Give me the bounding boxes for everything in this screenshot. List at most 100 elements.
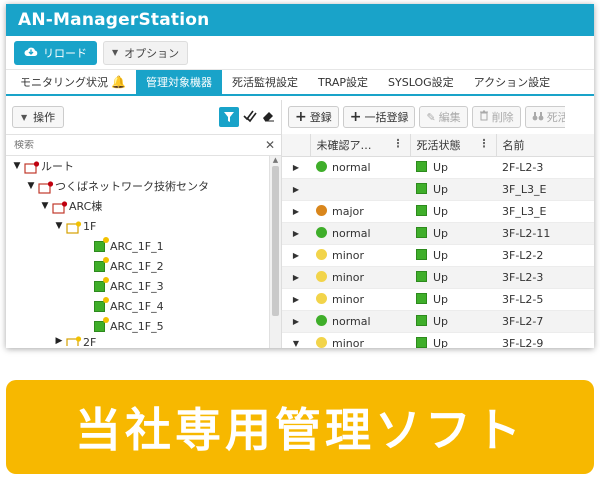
register-label: 登録 bbox=[309, 111, 332, 124]
filter-icon[interactable] bbox=[219, 107, 239, 127]
tab-alive-monitoring[interactable]: 死活監視設定 bbox=[222, 70, 308, 94]
tree-leaf[interactable]: ARC_1F_3 bbox=[6, 276, 281, 296]
expand-arrow-icon[interactable]: ▶ bbox=[282, 266, 310, 289]
tree-leaf[interactable]: ARC_1F_5 bbox=[6, 316, 281, 336]
collapse-arrow-icon[interactable]: ▼ bbox=[282, 332, 310, 348]
tree-node[interactable]: ▼ 1F bbox=[6, 216, 281, 236]
tab-monitoring[interactable]: モニタリング状況 🔔 bbox=[10, 70, 136, 94]
expand-arrow-icon[interactable]: ▶ bbox=[282, 244, 310, 267]
tree-node[interactable]: ▼ ARC棟 bbox=[6, 196, 281, 216]
check-all-icon[interactable] bbox=[243, 109, 257, 126]
table-row[interactable]: ▶ Up 3F_L3_E bbox=[282, 178, 594, 201]
device-name-cell: 3F-L2-3 bbox=[496, 266, 594, 289]
table-row[interactable]: ▶ normal Up 3F-L2-7 bbox=[282, 310, 594, 333]
alive-status-text: Up bbox=[433, 226, 449, 240]
bulk-register-button[interactable]: + 一括登録 bbox=[342, 106, 416, 128]
tree-search-row: ✕ bbox=[6, 134, 281, 156]
alive-status-text: Up bbox=[433, 160, 449, 174]
register-button[interactable]: + 登録 bbox=[288, 106, 339, 128]
tree-leaf[interactable]: ARC_1F_4 bbox=[6, 296, 281, 316]
expand-arrow-icon[interactable]: ▶ bbox=[282, 156, 310, 179]
table-row[interactable]: ▶ normal Up 3F-L2-11 bbox=[282, 222, 594, 245]
tree-node-label: 2F bbox=[83, 336, 97, 346]
alive-status-text: Up bbox=[433, 182, 449, 196]
column-header-unconfirmed[interactable]: 未確認ア… ⋮ bbox=[309, 134, 410, 157]
column-menu-icon[interactable]: ⋮ bbox=[393, 137, 404, 150]
folder-alert-icon bbox=[24, 160, 40, 174]
main-toolbar: リロード ▼ オプション bbox=[6, 36, 594, 70]
alive-status-cell: Up bbox=[410, 266, 496, 289]
reload-button[interactable]: リロード bbox=[14, 40, 97, 65]
alive-check-label: 死活 bbox=[546, 111, 565, 124]
app-title: AN-ManagerStation bbox=[18, 10, 210, 30]
expand-arrow-icon[interactable]: ▼ bbox=[52, 221, 66, 231]
alive-status-cell: Up bbox=[410, 244, 496, 267]
expand-arrow-icon[interactable]: ▶ bbox=[282, 288, 310, 311]
folder-warning-icon bbox=[66, 336, 82, 346]
expand-arrow-icon[interactable]: ▶ bbox=[282, 222, 310, 245]
tab-syslog[interactable]: SYSLOG設定 bbox=[378, 70, 464, 94]
column-header-name[interactable]: 名前 bbox=[495, 134, 594, 157]
severity-text: normal bbox=[332, 314, 371, 328]
severity-text: major bbox=[332, 204, 364, 218]
expand-arrow-icon[interactable]: ▶ bbox=[282, 200, 310, 223]
option-button[interactable]: ▼ オプション bbox=[103, 40, 189, 65]
device-tree: ▼ ルート ▼ つくばネットワーク技術センタ ▼ ARC棟 ▼ 1F ARC_1… bbox=[6, 156, 281, 348]
up-status-icon bbox=[416, 226, 427, 238]
device-name-cell: 3F-L2-7 bbox=[496, 310, 594, 333]
scrollbar-thumb[interactable] bbox=[272, 166, 279, 316]
edit-label: 編集 bbox=[438, 111, 461, 124]
delete-button[interactable]: 削除 bbox=[471, 106, 521, 128]
tree-pane: ▼ 操作 ✕ bbox=[6, 100, 282, 348]
table-row[interactable]: ▶ normal Up 2F-L2-3 bbox=[282, 156, 594, 179]
device-name-text: 3F_L3_E bbox=[502, 204, 547, 218]
tree-leaf[interactable]: ARC_1F_2 bbox=[6, 256, 281, 276]
tree-toolbar: ▼ 操作 bbox=[6, 100, 281, 134]
eraser-icon[interactable] bbox=[261, 109, 275, 126]
tree-node[interactable]: ▼ ルート bbox=[6, 156, 281, 176]
column-menu-icon[interactable]: ⋮ bbox=[479, 137, 490, 150]
expand-arrow-icon[interactable]: ▼ bbox=[38, 201, 52, 211]
expand-arrow-icon[interactable]: ▶ bbox=[52, 336, 66, 346]
expand-arrow-icon[interactable]: ▼ bbox=[24, 181, 38, 191]
tab-managed-devices[interactable]: 管理対象機器 bbox=[135, 70, 222, 94]
reload-label: リロード bbox=[43, 46, 87, 60]
alive-check-button[interactable]: 死活 bbox=[524, 106, 565, 128]
option-label: オプション bbox=[124, 46, 180, 60]
pencil-icon: ✎ bbox=[426, 110, 436, 124]
severity-cell: normal bbox=[310, 222, 410, 245]
alive-status-text: Up bbox=[433, 292, 449, 306]
tree-search-input[interactable] bbox=[14, 139, 234, 151]
tab-action[interactable]: アクション設定 bbox=[464, 70, 560, 94]
tree-node-label: ARC棟 bbox=[69, 200, 103, 213]
folder-alert-icon bbox=[52, 200, 68, 214]
tree-node[interactable]: ▼ つくばネットワーク技術センタ bbox=[6, 176, 281, 196]
scroll-up-icon[interactable]: ▲ bbox=[270, 156, 281, 166]
table-row[interactable]: ▶ major Up 3F_L3_E bbox=[282, 200, 594, 223]
app-window: AN-ManagerStation リロード ▼ オプション モニタリング状況 … bbox=[6, 4, 594, 348]
expand-arrow-icon[interactable]: ▼ bbox=[10, 161, 24, 171]
severity-dot-icon bbox=[316, 336, 327, 348]
tab-trap[interactable]: TRAP設定 bbox=[308, 70, 378, 94]
expand-arrow-icon[interactable]: ▶ bbox=[282, 178, 310, 201]
column-header-alive-status[interactable]: 死活状態 ⋮ bbox=[409, 134, 496, 157]
expand-arrow-icon[interactable]: ▶ bbox=[282, 310, 310, 333]
alive-status-text: Up bbox=[433, 248, 449, 262]
tree-scrollbar[interactable]: ▲ bbox=[269, 156, 281, 348]
tree-leaf[interactable]: ARC_1F_1 bbox=[6, 236, 281, 256]
edit-button[interactable]: ✎ 編集 bbox=[419, 106, 468, 128]
table-row[interactable]: ▶ minor Up 3F-L2-5 bbox=[282, 288, 594, 311]
plus-icon: + bbox=[349, 109, 362, 125]
operation-button[interactable]: ▼ 操作 bbox=[12, 106, 65, 128]
table-row[interactable]: ▶ minor Up 3F-L2-2 bbox=[282, 244, 594, 267]
tree-node[interactable]: ▶ 2F bbox=[6, 336, 281, 346]
up-status-icon bbox=[416, 204, 427, 216]
device-name-text: 3F-L2-3 bbox=[502, 270, 544, 284]
table-row[interactable]: ▼ minor Up 3F-L2-9 bbox=[282, 332, 594, 348]
close-icon[interactable]: ✕ bbox=[265, 138, 275, 152]
device-name-cell: 3F_L3_E bbox=[496, 178, 594, 201]
table-row[interactable]: ▶ minor Up 3F-L2-3 bbox=[282, 266, 594, 289]
severity-text: normal bbox=[332, 160, 371, 174]
up-status-icon bbox=[416, 336, 427, 348]
device-name-cell: 3F-L2-9 bbox=[496, 332, 594, 348]
